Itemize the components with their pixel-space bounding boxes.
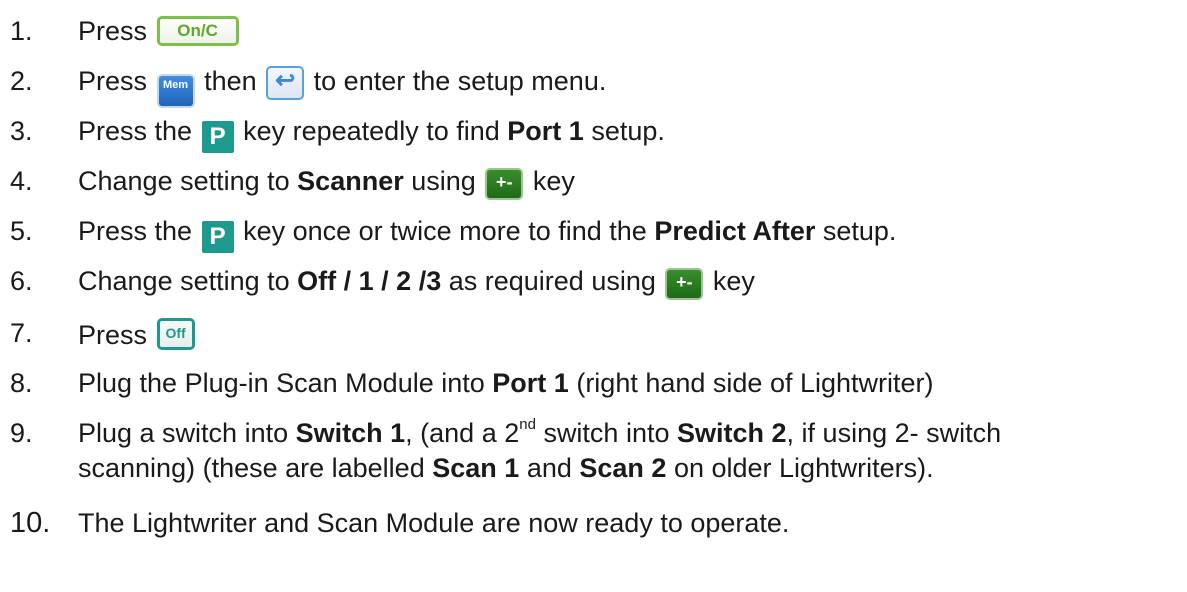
plus-minus-key-icon: +- <box>485 168 524 200</box>
instruction-list: 1. Press On/C 2. Press Mem then ↩ to ent… <box>0 0 1187 592</box>
step-text-continued: scanning) (these are labelled Scan 1 and… <box>78 453 934 483</box>
p-key-icon: P <box>201 221 234 253</box>
step-number: 9. <box>10 418 33 448</box>
step-text: Plug a switch into Switch 1, (and a 2nd … <box>78 416 1002 448</box>
plus-minus-key-icon: +- <box>665 268 704 300</box>
step-text: Press the P key once or twice more to fi… <box>78 216 896 253</box>
step-text: Plug the Plug-in Scan Module into Port 1… <box>78 368 934 398</box>
step-number: 5. <box>10 216 33 246</box>
enter-key-icon: ↩ <box>266 66 305 100</box>
step-number: 2. <box>10 66 33 96</box>
step-text: The Lightwriter and Scan Module are now … <box>78 508 790 538</box>
step-number: 10. <box>10 507 51 539</box>
step-text: Change setting to Off / 1 / 2 /3 as requ… <box>78 266 755 300</box>
step-text: Change setting to Scanner using +- key <box>78 166 575 200</box>
step-number: 7. <box>10 318 33 348</box>
step-text: Press Off <box>78 318 197 351</box>
mem-key-icon: Mem <box>156 74 195 108</box>
step-number: 6. <box>10 266 33 296</box>
on-c-key-icon: On/C <box>156 16 239 46</box>
step-number: 8. <box>10 368 33 398</box>
step-text: Press the P key repeatedly to find Port … <box>78 116 665 153</box>
off-key-icon: Off <box>156 318 195 350</box>
step-number: 1. <box>10 16 33 46</box>
step-number: 3. <box>10 116 33 146</box>
step-number: 4. <box>10 166 33 196</box>
p-key-icon: P <box>201 121 234 153</box>
step-text: Press Mem then ↩ to enter the setup menu… <box>78 66 606 108</box>
step-text: Press On/C <box>78 16 241 47</box>
